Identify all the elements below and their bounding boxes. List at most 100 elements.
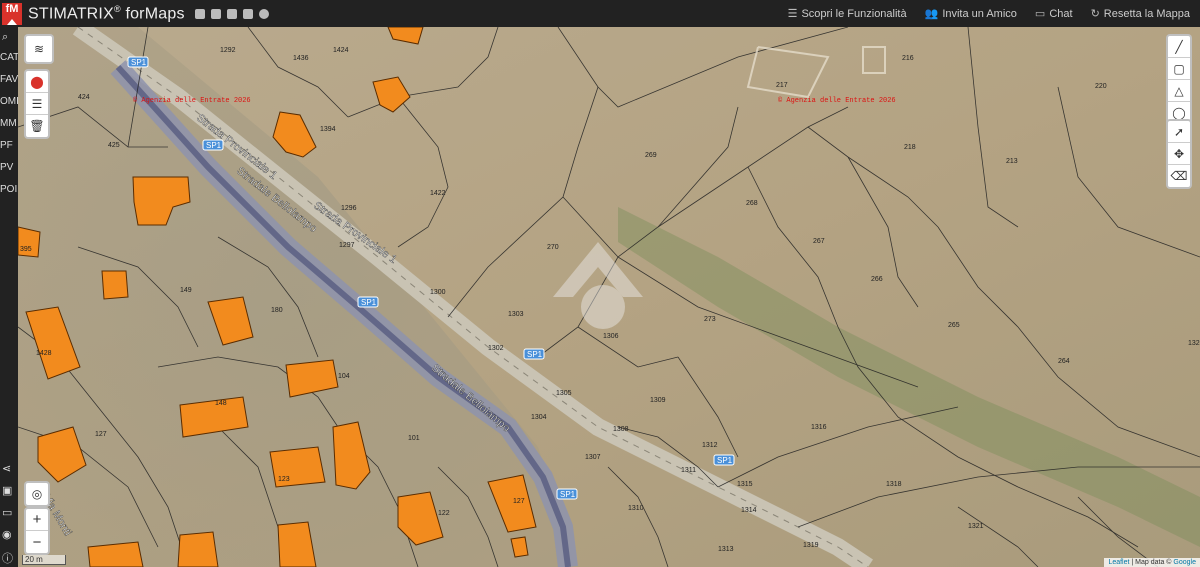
eraser-icon[interactable]: ⌫ xyxy=(1168,165,1190,187)
logo-text: fM xyxy=(5,2,19,15)
road-shield-label: SP1 xyxy=(361,298,377,307)
parcel-number: 270 xyxy=(547,244,559,251)
parcel-number: 266 xyxy=(871,276,883,283)
eye-icon[interactable]: ◉ xyxy=(2,528,14,541)
parcel-number: 1319 xyxy=(803,542,819,549)
parcel-number: 217 xyxy=(776,82,788,89)
layer-control[interactable]: ≋ xyxy=(24,34,54,64)
info-icon[interactable]: ⓘ xyxy=(2,550,14,565)
sidebar-label: MM xyxy=(0,118,17,129)
parcel-number: 1308 xyxy=(613,426,629,433)
parcel-number: 395 xyxy=(20,246,32,253)
app-logo[interactable]: fM xyxy=(2,2,22,25)
parcel-number: 1306 xyxy=(603,333,619,340)
zoom-in-button[interactable]: + xyxy=(26,509,48,531)
sidebar-item-pf[interactable]: PF xyxy=(0,140,18,151)
sidebar-label: OMI xyxy=(0,96,18,107)
road-shield-label: SP1 xyxy=(560,490,576,499)
parcel-number: 122 xyxy=(438,510,450,517)
parcel-number: 1297 xyxy=(339,242,355,249)
parcel-number: 1309 xyxy=(650,397,666,404)
parcel-number: 425 xyxy=(108,142,120,149)
parcel-number: 1320 xyxy=(1188,340,1200,347)
refresh-icon: ↻ xyxy=(1090,8,1100,20)
parcel-number: 1422 xyxy=(430,190,446,197)
zoom-control: + − xyxy=(24,507,50,555)
parcel-number: 1292 xyxy=(220,47,236,54)
attribution-text: | Map data © xyxy=(1129,559,1174,566)
building xyxy=(87,541,144,567)
draw-line-icon[interactable]: ╱ xyxy=(1168,36,1190,58)
map-view[interactable]: © Agenzia delle Entrate 2026 © Agenzia d… xyxy=(18,27,1200,567)
chat-icon: ▭ xyxy=(1034,8,1046,20)
nav-reset-map[interactable]: ↻ Resetta la Mappa xyxy=(1090,7,1190,21)
marker-icon[interactable]: ⬤ xyxy=(26,71,48,93)
edit-toolbar: ➚ ✥ ⌫ xyxy=(1166,119,1192,189)
google-link[interactable]: Google xyxy=(1173,559,1196,566)
pointer-icon[interactable]: ➚ xyxy=(1168,121,1190,143)
road-shield-label: SP1 xyxy=(717,456,733,465)
road-shield: SP1 xyxy=(202,139,224,151)
sidebar-item-fav[interactable]: FAV xyxy=(0,74,18,85)
social-links xyxy=(194,8,269,19)
brand-suffix: forMaps xyxy=(120,5,185,23)
parcel-number: 424 xyxy=(78,94,90,101)
sidebar-item-cat[interactable]: CAT xyxy=(0,52,18,63)
parcel-number: 1305 xyxy=(556,390,572,397)
road-shield: SP1 xyxy=(556,488,578,500)
draw-rectangle-icon[interactable]: ▢ xyxy=(1168,58,1190,80)
parcel-number: 1303 xyxy=(508,311,524,318)
building xyxy=(101,270,129,300)
sidebar-label: POI xyxy=(0,184,18,195)
share-icon[interactable]: ⋖ xyxy=(2,462,14,475)
folder-icon[interactable]: ▭ xyxy=(2,506,14,519)
sidebar-item-omi[interactable]: OMI xyxy=(0,96,18,107)
save-icon[interactable]: ▣ xyxy=(2,484,14,497)
instagram-icon[interactable] xyxy=(242,8,253,19)
brand-mark: ® xyxy=(113,3,121,14)
trash-icon[interactable]: 🗑 xyxy=(26,115,48,137)
left-sidebar: ⌕ CAT FAV OMI MM PF PV POI ⋖ ▣ ▭ ◉ ⓘ xyxy=(0,27,18,567)
parcel-number: 1424 xyxy=(333,47,349,54)
road-shield-label: SP1 xyxy=(206,141,222,150)
road-shield: SP1 xyxy=(127,56,149,68)
parcel-number: 1313 xyxy=(718,546,734,553)
move-icon[interactable]: ✥ xyxy=(1168,143,1190,165)
parcel-number: 1436 xyxy=(293,55,309,62)
nav-invite[interactable]: 👥 Invita un Amico xyxy=(925,7,1017,21)
nav-label: Chat xyxy=(1049,7,1073,20)
facebook-icon[interactable] xyxy=(194,8,205,19)
list-icon[interactable]: ☰ xyxy=(26,93,48,115)
leaflet-link[interactable]: Leaflet xyxy=(1108,559,1129,566)
parcel-number: 269 xyxy=(645,152,657,159)
sidebar-label: FAV xyxy=(0,74,18,85)
parcel-number: 149 xyxy=(180,287,192,294)
left-toolbar: ⬤ ☰ 🗑 xyxy=(24,69,50,139)
draw-polygon-icon[interactable]: △ xyxy=(1168,80,1190,102)
youtube-icon[interactable] xyxy=(226,8,237,19)
nav-chat[interactable]: ▭ Chat xyxy=(1034,7,1073,21)
parcel-number: 123 xyxy=(278,476,290,483)
nav-features[interactable]: ☰ Scopri le Funzionalità xyxy=(788,7,907,21)
locate-control[interactable]: ◎ xyxy=(24,481,50,507)
parcel-number: 1304 xyxy=(531,414,547,421)
brand-title[interactable]: STIMATRIX® forMaps xyxy=(28,4,185,23)
locate-icon[interactable]: ◎ xyxy=(26,483,48,505)
parcel-number: 268 xyxy=(746,200,758,207)
map-canvas[interactable]: © Agenzia delle Entrate 2026 © Agenzia d… xyxy=(18,27,1200,567)
other-icon[interactable] xyxy=(258,8,269,19)
search-icon[interactable]: ⌕ xyxy=(2,31,14,43)
sidebar-item-poi[interactable]: POI xyxy=(0,184,18,195)
sidebar-item-pv[interactable]: PV xyxy=(0,162,18,173)
sidebar-item-mm[interactable]: MM xyxy=(0,118,18,129)
parcel-number: 1311 xyxy=(681,467,696,474)
parcel-number: 273 xyxy=(704,316,716,323)
brand-name: STIMATRIX xyxy=(28,5,114,23)
zoom-out-button[interactable]: − xyxy=(26,531,48,553)
parcel-number: 1307 xyxy=(585,454,601,461)
parcel-number: 264 xyxy=(1058,358,1070,365)
parcel-number: 1310 xyxy=(628,505,644,512)
layers-icon[interactable]: ≋ xyxy=(26,36,52,62)
linkedin-icon[interactable] xyxy=(210,8,221,19)
road-shield: SP1 xyxy=(523,348,545,360)
